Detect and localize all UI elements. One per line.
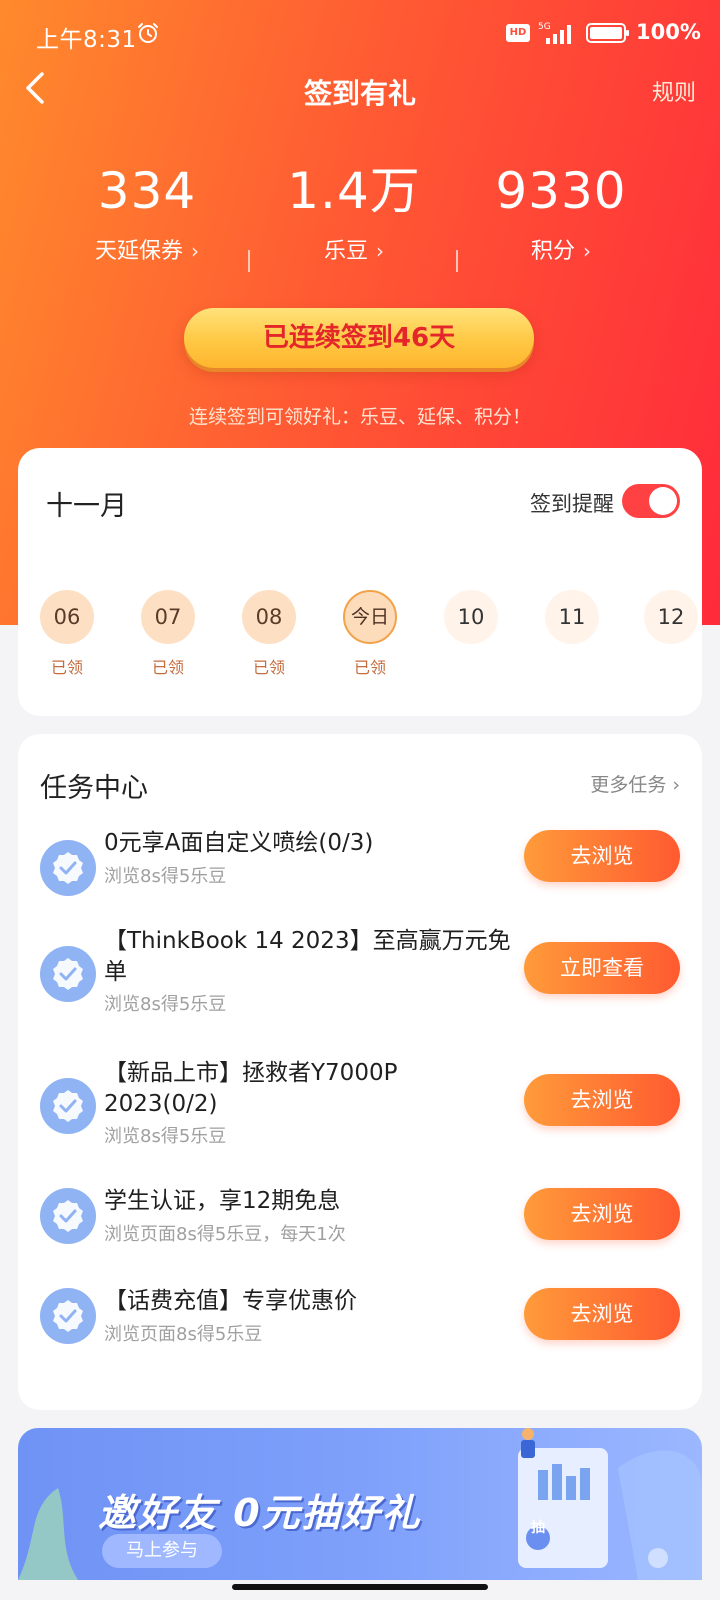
task-center-card: 任务中心 更多任务 › 0元享A面自定义喷绘(0/3) 浏览8s得5乐豆 去浏览…: [18, 734, 702, 1410]
page-title: 签到有礼: [303, 77, 416, 110]
checkin-calendar-card: 十一月 签到提醒 06 已领 07 已领 08 已领 今日 已领 10 11 1…: [18, 448, 702, 716]
task-row: 学生认证，享12期免息 浏览页面8s得5乐豆，每天1次 去浏览: [18, 1186, 702, 1276]
task-name: 【话费充值】专享优惠价: [104, 1288, 357, 1314]
chevron-right-icon: ›: [583, 239, 591, 263]
calendar-day[interactable]: 11: [545, 590, 599, 654]
signal-5g-icon: 5G: [538, 22, 571, 44]
invite-friends-banner[interactable]: 抽 邀好友 0元抽好礼 马上参与: [18, 1428, 702, 1580]
stat-value: 1.4万: [287, 162, 421, 220]
task-browse-button[interactable]: 去浏览: [524, 1188, 680, 1240]
status-time: 上午8:31: [36, 27, 137, 53]
rules-link[interactable]: 规则: [652, 75, 696, 107]
join-now-button[interactable]: 马上参与: [102, 1534, 222, 1568]
day-status: 已领: [50, 658, 83, 677]
task-name: 【新品上市】拯救者Y7000P 2023(0/2): [104, 1060, 398, 1117]
alarm-clock-icon: [138, 23, 158, 43]
calendar-month: 十一月: [46, 491, 127, 522]
task-center-title: 任务中心: [40, 773, 148, 804]
task-browse-button[interactable]: 去浏览: [524, 1288, 680, 1340]
verified-badge-icon: [40, 1288, 96, 1344]
more-tasks-link[interactable]: 更多任务 ›: [590, 770, 680, 797]
task-desc: 浏览8s得5乐豆: [104, 1126, 227, 1147]
battery-icon: [586, 23, 629, 43]
day-circle: 11: [545, 590, 599, 644]
network-label: 5G: [538, 22, 551, 32]
task-row: 【话费充值】专享优惠价 浏览页面8s得5乐豆 去浏览: [18, 1286, 702, 1376]
task-browse-button[interactable]: 去浏览: [524, 1074, 680, 1126]
stat-label: 天延保券 ›: [42, 236, 252, 267]
task-name: 【ThinkBook 14 2023】至高赢万元免单: [104, 928, 511, 985]
day-circle: 今日: [343, 590, 397, 644]
remind-toggle[interactable]: [622, 484, 680, 518]
day-circle: 06: [40, 590, 94, 644]
task-row: 【ThinkBook 14 2023】至高赢万元免单 浏览8s得5乐豆 立即查看: [18, 926, 702, 1036]
task-view-button[interactable]: 立即查看: [524, 942, 680, 994]
verified-badge-icon: [40, 946, 96, 1002]
stat-warranty-coupons[interactable]: 334 天延保券 ›: [42, 160, 252, 267]
calendar-day[interactable]: 12: [644, 590, 698, 654]
stat-ledou[interactable]: 1.4万 乐豆 ›: [249, 160, 459, 267]
day-circle: 10: [444, 590, 498, 644]
task-row: 【新品上市】拯救者Y7000P 2023(0/2) 浏览8s得5乐豆 去浏览: [18, 1058, 702, 1168]
day-status: 已领: [353, 658, 386, 677]
calendar-day-today[interactable]: 今日 已领: [343, 590, 397, 678]
task-name: 学生认证，享12期免息: [104, 1188, 341, 1214]
toggle-knob: [649, 487, 677, 515]
banner-badge: 抽: [531, 1520, 545, 1536]
chevron-right-icon: ›: [376, 239, 384, 263]
calendar-day[interactable]: 07 已领: [141, 590, 195, 678]
task-row: 0元享A面自定义喷绘(0/3) 浏览8s得5乐豆 去浏览: [18, 824, 702, 914]
checkin-streak-button[interactable]: 已连续签到46天: [184, 308, 534, 368]
home-indicator: [232, 1584, 488, 1590]
day-circle: 07: [141, 590, 195, 644]
calendar-day[interactable]: 10: [444, 590, 498, 654]
stat-label: 积分 ›: [456, 236, 666, 267]
task-name: 0元享A面自定义喷绘(0/3): [104, 830, 374, 856]
verified-badge-icon: [40, 1078, 96, 1134]
verified-badge-icon: [40, 840, 96, 896]
status-bar: 上午8:31 HD 5G 100%: [0, 0, 720, 64]
banner-title: 邀好友 0元抽好礼: [98, 1491, 422, 1535]
task-desc: 浏览8s得5乐豆: [104, 994, 227, 1015]
day-status: 已领: [252, 658, 285, 677]
checkin-tip: 连续签到可领好礼：乐豆、延保、积分！: [188, 406, 531, 428]
day-status: 已领: [151, 658, 184, 677]
day-circle: 08: [242, 590, 296, 644]
chevron-right-icon: ›: [672, 774, 680, 796]
chevron-right-icon: ›: [191, 239, 199, 263]
day-circle: 12: [644, 590, 698, 644]
calendar-day[interactable]: 06 已领: [40, 590, 94, 678]
calendar-day[interactable]: 08 已领: [242, 590, 296, 678]
remind-label: 签到提醒: [530, 492, 614, 516]
task-browse-button[interactable]: 去浏览: [524, 830, 680, 882]
battery-percent: 100%: [636, 20, 701, 44]
verified-badge-icon: [40, 1188, 96, 1244]
hd-icon: HD: [506, 24, 530, 42]
stat-points[interactable]: 9330 积分 ›: [456, 160, 666, 267]
task-desc: 浏览8s得5乐豆: [104, 866, 227, 887]
stat-value: 334: [97, 162, 197, 220]
stat-value: 9330: [495, 162, 627, 220]
stat-label: 乐豆 ›: [249, 236, 459, 267]
task-desc: 浏览页面8s得5乐豆: [104, 1324, 263, 1345]
task-desc: 浏览页面8s得5乐豆，每天1次: [104, 1224, 346, 1245]
